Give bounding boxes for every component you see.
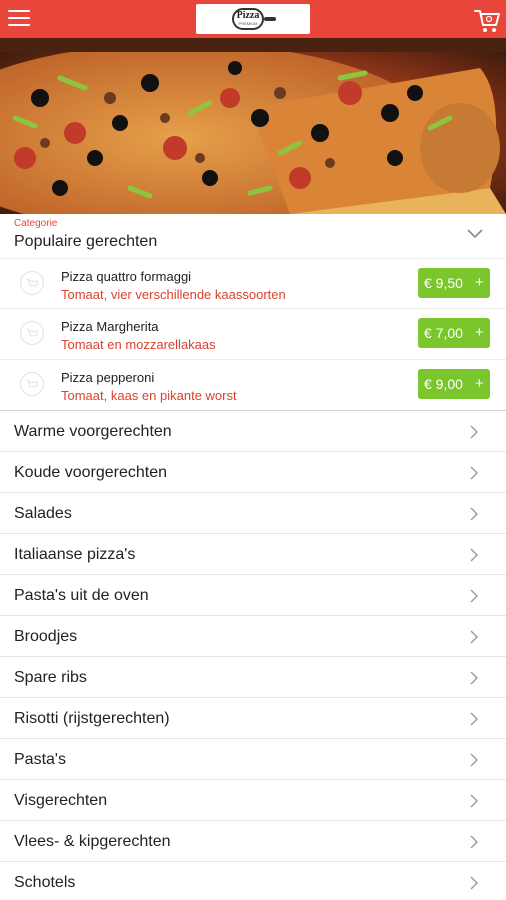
- dish-description: Tomaat en mozzarellakaas: [61, 337, 216, 352]
- dish-description: Tomaat, vier verschillende kaassoorten: [61, 287, 286, 302]
- dish-description: Tomaat, kaas en pikante worst: [61, 388, 237, 403]
- add-to-cart-button[interactable]: € 9,50 +: [418, 268, 490, 298]
- menu-item[interactable]: Pasta's: [0, 739, 506, 780]
- logo-badge: Pizza PREMIUM: [232, 8, 264, 30]
- category-caption: Categorie: [14, 218, 58, 229]
- list-item[interactable]: Pizza Margherita Tomaat en mozzarellakaa…: [0, 308, 506, 360]
- plus-icon: +: [475, 375, 484, 392]
- price-label: € 7,00: [424, 325, 463, 341]
- menu-item-label: Vlees- & kipgerechten: [14, 833, 171, 850]
- chevron-right-icon: [470, 876, 478, 890]
- menu-item[interactable]: Warme voorgerechten: [0, 411, 506, 452]
- menu-item[interactable]: Pasta's uit de oven: [0, 575, 506, 616]
- list-item[interactable]: Pizza pepperoni Tomaat, kaas en pikante …: [0, 359, 506, 411]
- plus-icon: +: [475, 274, 484, 291]
- price-label: € 9,50: [424, 275, 463, 291]
- chevron-right-icon: [470, 425, 478, 439]
- chevron-right-icon: [470, 589, 478, 603]
- cart-icon: [20, 321, 44, 345]
- menu-item-label: Schotels: [14, 874, 76, 891]
- menu-item-label: Pasta's: [14, 751, 66, 768]
- cart-icon: [20, 271, 44, 295]
- chevron-right-icon: [470, 794, 478, 808]
- menu-item-label: Italiaanse pizza's: [14, 546, 136, 563]
- category-title: Populaire gerechten: [14, 233, 158, 250]
- dish-name: Pizza pepperoni: [61, 370, 155, 385]
- menu-item-label: Warme voorgerechten: [14, 423, 172, 440]
- hero-pizza-image: [0, 38, 506, 214]
- chevron-down-icon[interactable]: [466, 228, 484, 240]
- add-to-cart-button[interactable]: € 7,00 +: [418, 318, 490, 348]
- app-bar: Pizza PREMIUM: [0, 0, 506, 38]
- dish-name: Pizza quattro formaggi: [61, 269, 192, 284]
- logo: Pizza PREMIUM: [196, 4, 310, 34]
- menu-item-label: Pasta's uit de oven: [14, 587, 149, 604]
- chevron-right-icon: [470, 507, 478, 521]
- logo-handle: [264, 17, 276, 21]
- list-item[interactable]: Pizza quattro formaggi Tomaat, vier vers…: [0, 258, 506, 310]
- cart-icon[interactable]: [474, 6, 500, 34]
- menu-item[interactable]: Italiaanse pizza's: [0, 534, 506, 575]
- price-label: € 9,00: [424, 376, 463, 392]
- add-to-cart-button[interactable]: € 9,00 +: [418, 369, 490, 399]
- chevron-right-icon: [470, 466, 478, 480]
- menu-item[interactable]: Risotti (rijstgerechten): [0, 698, 506, 739]
- chevron-right-icon: [470, 712, 478, 726]
- cart-icon: [20, 372, 44, 396]
- category-header[interactable]: Categorie Populaire gerechten: [0, 214, 506, 258]
- chevron-right-icon: [470, 835, 478, 849]
- chevron-right-icon: [470, 671, 478, 685]
- menu-item-label: Risotti (rijstgerechten): [14, 710, 170, 727]
- menu-item[interactable]: Koude voorgerechten: [0, 452, 506, 493]
- menu-item[interactable]: Salades: [0, 493, 506, 534]
- menu-item[interactable]: Visgerechten: [0, 780, 506, 821]
- chevron-right-icon: [470, 630, 478, 644]
- logo-subtext: PREMIUM: [238, 21, 258, 26]
- hamburger-icon[interactable]: [8, 10, 30, 28]
- plus-icon: +: [475, 324, 484, 341]
- menu-item[interactable]: Broodjes: [0, 616, 506, 657]
- chevron-right-icon: [470, 548, 478, 562]
- menu-item[interactable]: Vlees- & kipgerechten: [0, 821, 506, 862]
- menu-item-label: Koude voorgerechten: [14, 464, 167, 481]
- menu-item-label: Visgerechten: [14, 792, 108, 809]
- logo-text: Pizza: [236, 10, 260, 21]
- menu-item-label: Spare ribs: [14, 669, 87, 686]
- chevron-right-icon: [470, 753, 478, 767]
- menu-item[interactable]: Spare ribs: [0, 657, 506, 698]
- menu-item-label: Broodjes: [14, 628, 78, 645]
- menu-item[interactable]: Schotels: [0, 862, 506, 900]
- dish-name: Pizza Margherita: [61, 319, 159, 334]
- menu-item-label: Salades: [14, 505, 72, 522]
